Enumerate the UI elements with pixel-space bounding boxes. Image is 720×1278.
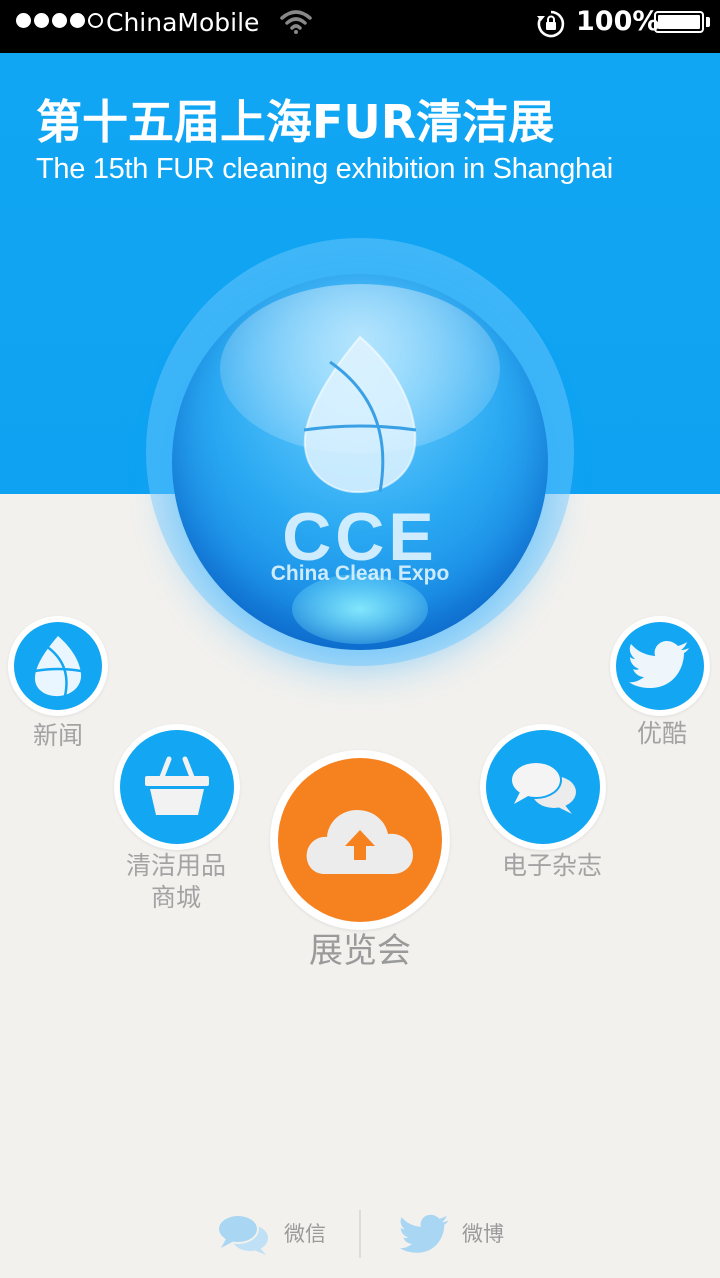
weibo-label[interactable]: 微博 — [462, 1220, 504, 1248]
store-label[interactable]: 清洁用品 商城 — [96, 850, 256, 914]
basket-icon — [145, 756, 209, 815]
cloud-upload-icon — [306, 810, 413, 874]
news-label[interactable]: 新闻 — [8, 720, 108, 752]
weibo-icon[interactable] — [398, 1214, 452, 1256]
store-button[interactable] — [114, 724, 240, 850]
wifi-icon — [280, 10, 312, 34]
youku-button[interactable] — [610, 616, 710, 716]
carrier-name: ChinaMobile — [106, 8, 260, 37]
expo-button[interactable] — [270, 750, 450, 930]
water-drop-icon — [303, 335, 417, 494]
wechat-icon[interactable] — [216, 1212, 270, 1256]
chat-bubbles-icon — [510, 761, 576, 814]
battery-percentage: 100% — [576, 6, 660, 37]
signal-strength-icon — [16, 13, 103, 28]
cce-tagline: China Clean Expo — [270, 562, 450, 585]
store-label-line2: 商城 — [150, 883, 201, 912]
store-label-line1: 清洁用品 — [125, 851, 226, 880]
status-bar: ChinaMobile 100% — [0, 0, 720, 53]
wechat-label[interactable]: 微信 — [284, 1220, 326, 1248]
rotation-lock-icon — [537, 10, 565, 38]
expo-label[interactable]: 展览会 — [260, 930, 460, 972]
footer-divider — [359, 1210, 361, 1258]
bird-icon — [629, 641, 689, 688]
youku-label[interactable]: 优酷 — [612, 718, 712, 750]
magazine-label[interactable]: 电子杂志 — [470, 850, 634, 882]
page-subtitle: The 15th FUR cleaning exhibition in Shan… — [36, 153, 613, 185]
page-title: 第十五届上海FUR清洁展 — [36, 95, 555, 149]
battery-icon — [654, 11, 704, 33]
cce-logo-orb[interactable]: CCE China Clean Expo — [172, 274, 548, 650]
drop-globe-icon — [34, 636, 82, 697]
magazine-button[interactable] — [480, 724, 606, 850]
news-button[interactable] — [8, 616, 108, 716]
